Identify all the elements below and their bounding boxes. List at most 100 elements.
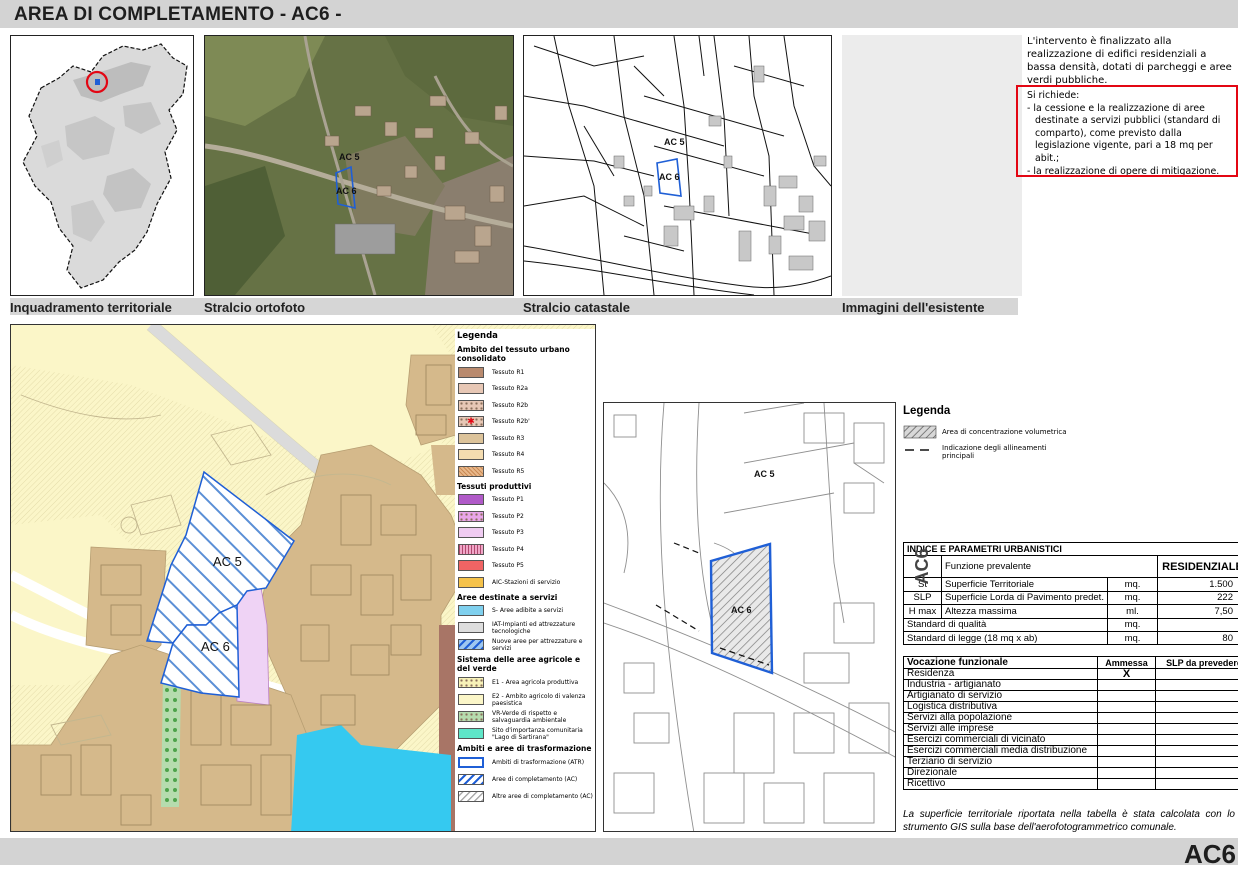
- detail-map-panel: AC 5 AC 6: [603, 402, 896, 832]
- legend-swatch-icon: [458, 494, 484, 505]
- zoning-legend-label: Nuove aree per attrezzature e servizi: [492, 638, 596, 652]
- cadastral-ac5-label: AC 5: [664, 137, 685, 147]
- legend-swatch-icon: [458, 544, 484, 555]
- existing-images-placeholder: [842, 35, 1022, 296]
- zoning-legend-section-title: Ambito del tessuto urbano consolidato: [455, 343, 596, 364]
- orthophoto-panel: AC 5 AC 6: [204, 35, 514, 296]
- legend-swatch-icon: [458, 711, 484, 722]
- legend-swatch-icon: [458, 560, 484, 571]
- zoning-legend-item: Tessuto R3: [455, 430, 596, 447]
- footer-bar: [0, 838, 1238, 865]
- vocazione-slp: [1156, 669, 1238, 680]
- detail-legend-label: Indicazione degli allineamenti principal…: [942, 444, 1062, 460]
- params-code: SLP: [904, 591, 942, 604]
- zoning-legend-item: E1 - Area agricola produttiva: [455, 674, 596, 691]
- zoning-legend-item: Tessuto R2b: [455, 397, 596, 414]
- zoning-legend-item: Tessuto P4: [455, 541, 596, 558]
- zoning-legend-label: VR-Verde di rispetto e salvaguardia ambi…: [492, 710, 596, 724]
- legend-swatch-icon: [458, 774, 484, 785]
- vocazione-row: Industria - artigianato: [904, 680, 1238, 691]
- params-value: 1.500: [1158, 578, 1238, 591]
- zoning-legend-label: Altre aree di completamento (AC): [492, 793, 593, 800]
- vocazione-slp: [1156, 735, 1238, 746]
- zoning-legend-section-title: Sistema delle aree agricole e del verde: [455, 653, 596, 674]
- params-row: StSuperficie Territorialemq.1.500: [904, 578, 1238, 591]
- vocazione-row: Servizi alla popolazione: [904, 713, 1238, 724]
- params-table-wrap: INDICE E PARAMETRI URBANISTICI AC6 Funzi…: [903, 542, 1238, 645]
- zoning-legend: Legenda Ambito del tessuto urbano consol…: [455, 329, 596, 831]
- orthophoto-image: AC 5 AC 6: [205, 36, 513, 295]
- params-value: [1158, 618, 1238, 631]
- orthophoto-ac6-label: AC 6: [336, 186, 357, 196]
- zoning-legend-item: IAT-Impianti ed attrezzature tecnologich…: [455, 619, 596, 636]
- detail-legend-item: Indicazione degli allineamenti principal…: [903, 444, 1103, 460]
- zoning-legend-item: VR-Verde di rispetto e salvaguardia ambi…: [455, 708, 596, 725]
- vocazione-ammessa: [1098, 702, 1156, 713]
- hatch-swatch-icon: [903, 425, 937, 439]
- legend-swatch-icon: [458, 449, 484, 460]
- page-title: AREA DI COMPLETAMENTO - AC6 -: [14, 4, 342, 26]
- zoning-legend-label: Tessuto R4: [492, 451, 524, 458]
- vocazione-ammessa: [1098, 746, 1156, 757]
- function-label: Funzione prevalente: [942, 556, 1158, 578]
- zoning-legend-label: Tessuto R2b: [492, 402, 528, 409]
- legend-swatch-icon: [458, 433, 484, 444]
- legend-swatch-icon: [458, 728, 484, 739]
- territorial-map-panel: [10, 35, 194, 296]
- zoning-legend-label: IAT-Impianti ed attrezzature tecnologich…: [492, 621, 596, 635]
- vocazione-label: Residenza: [904, 669, 1098, 680]
- params-code: H max: [904, 605, 942, 618]
- detail-legend-item: Area di concentrazione volumetrica: [903, 425, 1103, 439]
- vocazione-slp: [1156, 702, 1238, 713]
- area-code: AC6: [1184, 839, 1236, 870]
- ammessa-header: Ammessa: [1098, 657, 1156, 669]
- vocazione-row: Esercizi commerciali di vicinato: [904, 735, 1238, 746]
- zoning-legend-label: E1 - Area agricola produttiva: [492, 679, 578, 686]
- dashed-line-icon: [903, 444, 937, 456]
- zoning-legend-item: E2 - Ambito agricolo di valenza paesisti…: [455, 691, 596, 708]
- vocazione-table-wrap: Vocazione funzionale Ammessa SLP da prev…: [903, 656, 1238, 790]
- params-label: Superficie Territoriale: [942, 578, 1108, 591]
- vocazione-table: Vocazione funzionale Ammessa SLP da prev…: [903, 656, 1238, 790]
- legend-swatch-icon: [458, 757, 484, 768]
- cadastral-map: AC 5 AC 6: [524, 36, 831, 295]
- vocazione-row: Terziario di servizio: [904, 757, 1238, 768]
- params-title: INDICE E PARAMETRI URBANISTICI: [904, 543, 1238, 556]
- zoning-legend-section-title: Tessuti produttivi: [455, 480, 596, 492]
- zoning-legend-label: Tessuto P1: [492, 496, 524, 503]
- params-row: H maxAltezza massimaml.7,50: [904, 605, 1238, 618]
- zoning-legend-item: Tessuto R5: [455, 463, 596, 480]
- params-unit: mq.: [1108, 618, 1158, 631]
- vocazione-label: Servizi alla popolazione: [904, 713, 1098, 724]
- zoning-legend-label: Tessuto R1: [492, 369, 524, 376]
- vocazione-slp: [1156, 680, 1238, 691]
- detail-legend-title: Legenda: [903, 405, 1103, 417]
- vocazione-ammessa: [1098, 713, 1156, 724]
- params-value: 222: [1158, 591, 1238, 604]
- legend-swatch-icon: [458, 383, 484, 394]
- requirements-box: Si richiede: - la cessione e la realizza…: [1016, 85, 1238, 177]
- vocazione-slp: [1156, 779, 1238, 790]
- zoning-legend-label: Aree di completamento (AC): [492, 776, 577, 783]
- intro-text: L'intervento è finalizzato alla realizza…: [1027, 35, 1238, 87]
- vocazione-label: Esercizi commerciali media distribuzione: [904, 746, 1098, 757]
- legend-swatch-icon: [458, 527, 484, 538]
- vocazione-label: Terziario di servizio: [904, 757, 1098, 768]
- detail-alignment-line: [656, 605, 699, 631]
- caption-esistente: Immagini dell'esistente: [842, 300, 985, 315]
- zoning-map-panel: AC 5 AC 6 Legenda Ambito del tessuto urb…: [10, 324, 596, 832]
- vocazione-label: Ricettivo: [904, 779, 1098, 790]
- zoning-ac5-label: AC 5: [213, 554, 242, 569]
- legend-swatch-icon: [458, 367, 484, 378]
- zoning-legend-item: Tessuto P1: [455, 492, 596, 509]
- vocazione-label: Direzionale: [904, 768, 1098, 779]
- requirement-item: - la cessione e la realizzazione di aree…: [1027, 103, 1236, 166]
- params-value: 80: [1158, 631, 1238, 644]
- vocazione-ammessa: [1098, 724, 1156, 735]
- cadastral-ac6-label: AC 6: [659, 172, 680, 182]
- legend-swatch-icon: [458, 622, 484, 633]
- vocazione-slp: [1156, 724, 1238, 735]
- params-label: Standard di qualità: [904, 618, 1108, 631]
- detail-ac6-label: AC 6: [731, 605, 752, 615]
- zoning-legend-item: Tessuto R1: [455, 364, 596, 381]
